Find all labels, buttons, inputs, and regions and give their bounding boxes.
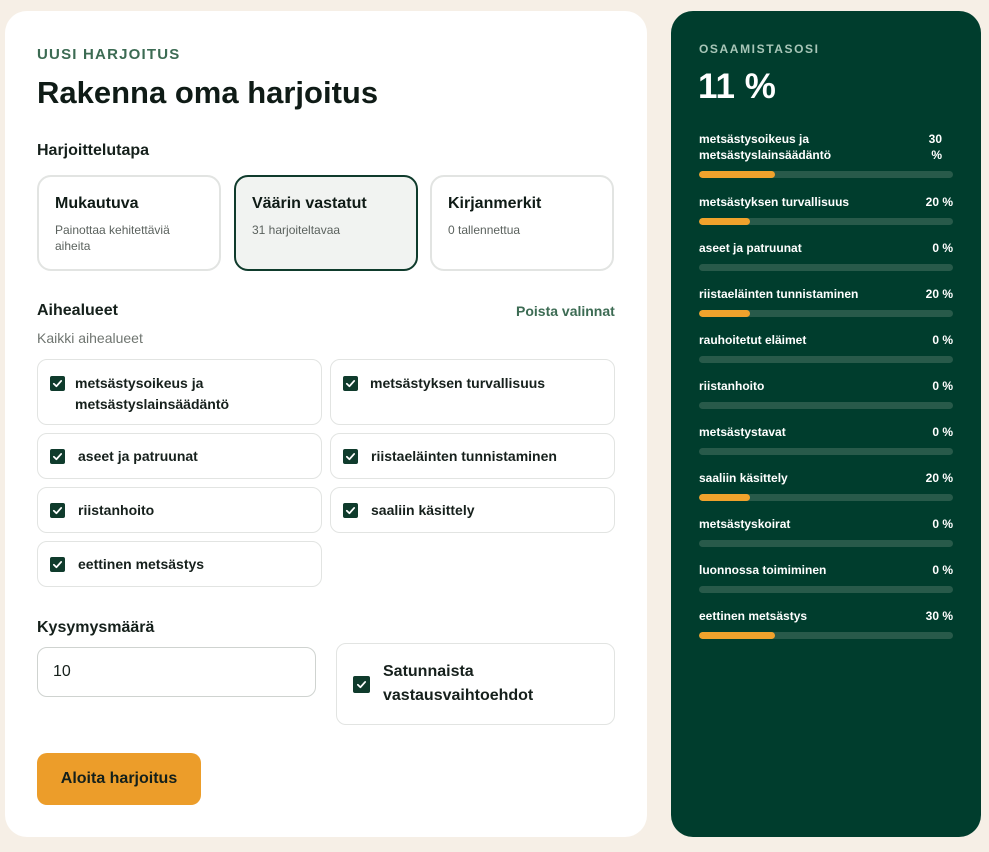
mode-subtitle: 31 harjoiteltavaa xyxy=(252,223,341,237)
overall-score: 11 % xyxy=(698,67,776,106)
skill-name: saaliin käsittely xyxy=(699,471,788,485)
page-title: Rakenna oma harjoitus xyxy=(37,75,379,110)
skill-name: rauhoitetut eläimet xyxy=(699,333,807,347)
checkmark-icon[interactable] xyxy=(343,448,358,464)
skill-row: metsästyksen turvallisuus 20 % xyxy=(699,194,953,225)
checkmark-icon[interactable] xyxy=(343,376,358,391)
skill-progress-bar xyxy=(699,402,953,409)
skill-percent: 0 % xyxy=(932,517,953,531)
topic-checkbox-weapons[interactable]: aseet ja patruunat xyxy=(37,433,322,479)
proficiency-panel: OSAAMISTASOSI 11 % metsästysoikeus ja me… xyxy=(671,11,981,837)
skill-row: luonnossa toimiminen 0 % xyxy=(699,562,953,593)
topic-label: metsästyksen turvallisuus xyxy=(370,375,546,391)
skill-progress-fill xyxy=(699,171,776,178)
skill-progress-fill xyxy=(699,218,750,225)
mode-option-adaptive[interactable]: Mukautuva Painottaa kehitettäviä aiheita xyxy=(37,175,221,271)
start-exercise-button[interactable]: Aloita harjoitus xyxy=(37,753,201,805)
topic-label: metsästysoikeus ja metsästyslainsäädäntö xyxy=(75,375,230,412)
skill-name: eettinen metsästys xyxy=(699,609,808,623)
topic-checkbox-game-handling[interactable]: saaliin käsittely xyxy=(330,487,615,533)
topic-checkbox-ethical-hunting[interactable]: eettinen metsästys xyxy=(37,541,322,587)
skill-row: metsästystavat 0 % xyxy=(699,424,953,455)
skill-percent: 0 % xyxy=(932,379,953,393)
skill-progress-fill xyxy=(699,494,750,501)
checkmark-icon[interactable] xyxy=(50,448,65,464)
skill-row: eettinen metsästys 30 % xyxy=(699,608,953,639)
skill-progress-bar xyxy=(699,448,953,455)
topic-checkbox-game-identification[interactable]: riistaeläinten tunnistaminen xyxy=(330,433,615,479)
skill-name: metsästyskoirat xyxy=(699,517,791,531)
skill-percent: 30 % xyxy=(928,132,942,162)
skill-percent: 20 % xyxy=(925,195,953,209)
checkmark-icon[interactable] xyxy=(50,502,65,518)
builder-eyebrow: UUSI HARJOITUS xyxy=(37,46,181,63)
skill-percent: 30 % xyxy=(925,609,953,623)
skill-name: riistanhoito xyxy=(699,379,765,393)
mode-title: Väärin vastatut xyxy=(252,195,367,212)
shuffle-label: Satunnaista vastausvaihtoehdot xyxy=(383,663,534,704)
skill-percent: 0 % xyxy=(932,241,953,255)
topics-label: Aihealueet xyxy=(37,302,118,319)
skill-progress-bar xyxy=(699,218,953,225)
skill-percent: 0 % xyxy=(932,333,953,347)
skill-row: metsästysoikeus ja metsästyslainsäädäntö… xyxy=(699,131,953,178)
skill-progress-bar xyxy=(699,171,953,178)
proficiency-eyebrow: OSAAMISTASOSI xyxy=(699,42,820,56)
exercise-builder-card: UUSI HARJOITUS Rakenna oma harjoitus Har… xyxy=(5,11,647,837)
topic-label: riistanhoito xyxy=(78,501,155,518)
topic-label: aseet ja patruunat xyxy=(78,447,198,464)
skill-name: luonnossa toimiminen xyxy=(699,563,827,577)
skill-progress-bar xyxy=(699,540,953,547)
skill-row: saaliin käsittely 20 % xyxy=(699,470,953,501)
mode-option-bookmarks[interactable]: Kirjanmerkit 0 tallennettua xyxy=(430,175,614,271)
skill-percent: 20 % xyxy=(925,287,953,301)
topic-label: riistaeläinten tunnistaminen xyxy=(371,447,557,464)
skill-percent: 20 % xyxy=(925,471,953,485)
skill-name: aseet ja patruunat xyxy=(699,241,802,255)
skill-progress-fill xyxy=(699,310,750,317)
skill-progress-bar xyxy=(699,356,953,363)
mode-subtitle: 0 tallennettua xyxy=(448,223,521,237)
question-count-label: Kysymysmäärä xyxy=(37,619,155,636)
topics-subtitle: Kaikki aihealueet xyxy=(37,330,143,346)
skill-progress-fill xyxy=(699,632,776,639)
mode-option-wrong-answers[interactable]: Väärin vastatut 31 harjoiteltavaa xyxy=(234,175,418,271)
skill-progress-bar xyxy=(699,310,953,317)
skill-progress-bar xyxy=(699,632,953,639)
skill-percent: 0 % xyxy=(932,563,953,577)
topic-checkbox-hunting-safety[interactable]: metsästyksen turvallisuus xyxy=(330,359,615,425)
topic-checkbox-hunting-law[interactable]: metsästysoikeus ja metsästyslainsäädäntö xyxy=(37,359,322,425)
skill-row: riistaeläinten tunnistaminen 20 % xyxy=(699,286,953,317)
skill-progress-bar xyxy=(699,494,953,501)
skill-row: rauhoitetut eläimet 0 % xyxy=(699,332,953,363)
clear-selections-link[interactable]: Poista valinnat xyxy=(516,303,615,319)
skill-progress-bar xyxy=(699,586,953,593)
question-count-input[interactable]: 10 xyxy=(37,647,316,697)
skill-row: metsästyskoirat 0 % xyxy=(699,516,953,547)
skill-name: metsästyksen turvallisuus xyxy=(699,195,850,209)
skill-name: riistaeläinten tunnistaminen xyxy=(699,287,859,301)
skill-row: riistanhoito 0 % xyxy=(699,378,953,409)
checkmark-icon[interactable] xyxy=(50,556,65,572)
checkmark-icon[interactable] xyxy=(343,502,358,518)
topic-checkbox-game-management[interactable]: riistanhoito xyxy=(37,487,322,533)
topic-label: eettinen metsästys xyxy=(78,555,205,572)
skill-progress-bar xyxy=(699,264,953,271)
mode-title: Mukautuva xyxy=(55,195,139,212)
topic-label: saaliin käsittely xyxy=(371,501,475,518)
mode-subtitle: Painottaa kehitettäviä aiheita xyxy=(55,223,170,253)
checkmark-icon[interactable] xyxy=(50,376,65,391)
shuffle-answers-toggle[interactable]: Satunnaista vastausvaihtoehdot xyxy=(336,643,615,725)
checkmark-icon[interactable] xyxy=(353,675,370,693)
mode-title: Kirjanmerkit xyxy=(448,195,542,212)
skill-percent: 0 % xyxy=(932,425,953,439)
practice-mode-label: Harjoittelutapa xyxy=(37,142,150,159)
skill-row: aseet ja patruunat 0 % xyxy=(699,240,953,271)
skill-name: metsästysoikeus ja metsästyslainsäädäntö xyxy=(699,132,832,162)
skill-name: metsästystavat xyxy=(699,425,786,439)
